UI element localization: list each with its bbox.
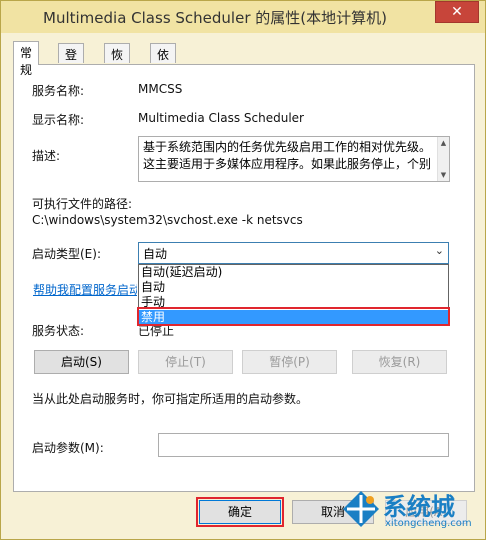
- tab-general[interactable]: 常规: [13, 41, 40, 77]
- title-bar[interactable]: Multimedia Class Scheduler 的属性(本地计算机) ✕: [1, 1, 485, 33]
- start-params-hint: 当从此处启动服务时，你可指定所适用的启动参数。: [32, 392, 309, 406]
- description-text: 基于系统范围内的任务优先级启用工作的相对优先级。这主要适用于多媒体应用程序。如果…: [143, 140, 432, 171]
- display-name-label: 显示名称:: [32, 113, 85, 127]
- start-params-label: 启动参数(M):: [32, 441, 104, 455]
- executable-path-label: 可执行文件的路径:: [32, 197, 133, 211]
- description-label: 描述:: [32, 149, 61, 163]
- startup-option-auto-delayed[interactable]: 自动(延迟启动): [139, 265, 448, 280]
- disabled-option-highlight: [137, 307, 450, 326]
- startup-type-value: 自动: [143, 247, 168, 261]
- start-params-input[interactable]: [158, 433, 449, 457]
- start-button[interactable]: 启动(S): [34, 350, 129, 374]
- ok-button-highlight: [196, 497, 284, 527]
- chevron-down-icon[interactable]: ⌄: [435, 244, 444, 257]
- startup-type-select[interactable]: 自动 ⌄: [138, 242, 449, 264]
- service-name-value: MMCSS: [138, 82, 183, 96]
- service-status-label: 服务状态:: [32, 324, 85, 338]
- description-box[interactable]: 基于系统范围内的任务优先级启用工作的相对优先级。这主要适用于多媒体应用程序。如果…: [138, 136, 450, 182]
- site-watermark: 系统城 xitongcheng.com: [341, 487, 481, 537]
- description-scrollbar[interactable]: ▲ ▼: [437, 137, 449, 181]
- window-title: Multimedia Class Scheduler 的属性(本地计算机): [43, 9, 387, 27]
- tab-recovery[interactable]: 恢复: [104, 43, 131, 79]
- startup-option-auto[interactable]: 自动: [139, 280, 448, 295]
- close-button[interactable]: ✕: [435, 1, 479, 23]
- display-name-value: Multimedia Class Scheduler: [138, 111, 304, 125]
- general-panel: 服务名称: MMCSS 显示名称: Multimedia Class Sched…: [13, 64, 475, 492]
- scroll-down-icon[interactable]: ▼: [438, 169, 449, 181]
- tab-logon[interactable]: 登录: [58, 43, 85, 79]
- stop-button[interactable]: 停止(T): [138, 350, 233, 374]
- properties-window: Multimedia Class Scheduler 的属性(本地计算机) ✕ …: [0, 0, 486, 540]
- windows-logo-icon: [343, 491, 379, 527]
- help-configure-link[interactable]: 帮助我配置服务启动: [33, 281, 137, 298]
- watermark-name-cn: 系统城: [383, 493, 455, 521]
- tab-dependencies[interactable]: 依存关系: [150, 43, 177, 113]
- watermark-name-en: xitongcheng.com: [385, 518, 472, 529]
- close-icon: ✕: [451, 4, 463, 20]
- scroll-up-icon[interactable]: ▲: [438, 137, 449, 149]
- pause-button[interactable]: 暂停(P): [242, 350, 337, 374]
- service-name-label: 服务名称:: [32, 84, 85, 98]
- startup-type-label: 启动类型(E):: [32, 247, 101, 261]
- executable-path-value: C:\windows\system32\svchost.exe -k netsv…: [32, 213, 303, 227]
- resume-button[interactable]: 恢复(R): [352, 350, 447, 374]
